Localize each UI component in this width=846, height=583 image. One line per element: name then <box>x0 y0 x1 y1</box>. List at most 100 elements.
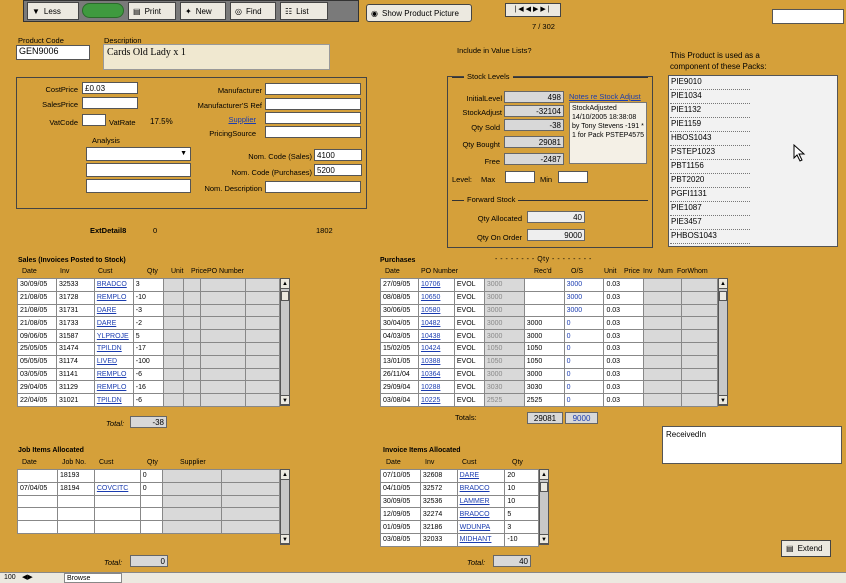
table-cell[interactable]: 04/03/05 <box>380 329 419 343</box>
table-cell[interactable]: 3000 <box>523 367 565 382</box>
table-row[interactable]: 03/08/05 32033 MIDHANT -10 <box>380 532 539 547</box>
table-row[interactable]: 25/05/05 31474 TPILDN -17 <box>17 341 280 356</box>
pack-item[interactable]: PIE1087 <box>670 203 750 216</box>
table-cell[interactable] <box>245 329 280 343</box>
table-cell[interactable] <box>200 303 247 318</box>
stock-adjust-notes[interactable]: StockAdjusted 14/10/2005 18:38:08 by Ton… <box>569 102 647 164</box>
table-cell[interactable]: 10706 <box>417 278 455 292</box>
notes-stock-adjust-link[interactable]: Notes re Stock Adjust <box>569 92 641 101</box>
table-cell[interactable]: 29/04/05 <box>17 380 57 395</box>
qty-on-order-field[interactable]: 9000 <box>527 229 585 241</box>
pack-item[interactable]: PIE1034 <box>670 91 750 104</box>
qty-allocated-field[interactable]: 40 <box>527 211 585 223</box>
table-cell[interactable]: 18194 <box>56 481 95 496</box>
table-cell[interactable] <box>139 507 163 522</box>
table-cell[interactable]: 30/04/05 <box>380 316 419 331</box>
table-cell[interactable]: 22/04/05 <box>17 393 57 407</box>
scroll-up-icon[interactable]: ▲ <box>719 279 727 289</box>
table-cell[interactable]: 30/06/05 <box>380 303 419 318</box>
table-cell[interactable] <box>681 329 718 343</box>
table-cell[interactable]: 31474 <box>55 341 95 356</box>
table-cell[interactable]: EVOL <box>453 341 485 356</box>
table-cell[interactable] <box>643 278 683 292</box>
table-cell[interactable]: DARE <box>93 303 134 318</box>
table-cell[interactable]: 09/06/05 <box>17 329 57 343</box>
table-cell[interactable]: EVOL <box>453 380 485 395</box>
table-cell[interactable]: 21/08/05 <box>17 290 57 305</box>
table-cell[interactable]: 3000 <box>523 329 565 343</box>
table-cell[interactable]: 10438 <box>417 329 455 343</box>
table-cell[interactable]: EVOL <box>453 393 485 407</box>
table-cell[interactable]: DARE <box>93 316 134 331</box>
nom-code-sales-field[interactable]: 4100 <box>314 149 362 161</box>
table-cell[interactable]: 3000 <box>483 316 525 331</box>
manufacturer-ref-field[interactable] <box>265 98 361 110</box>
pack-item[interactable]: PBT2020 <box>670 175 750 188</box>
table-cell[interactable]: LIVED <box>93 354 134 369</box>
scroll-up-icon[interactable]: ▲ <box>540 470 548 480</box>
table-cell[interactable]: EVOL <box>453 290 485 305</box>
min-level-field[interactable] <box>558 171 588 183</box>
table-cell[interactable] <box>17 469 58 483</box>
scroll-thumb[interactable] <box>540 482 548 492</box>
table-cell[interactable] <box>162 354 184 369</box>
invoice-items-scrollbar[interactable]: ▲ ▼ <box>539 469 549 545</box>
table-cell[interactable]: 0 <box>563 329 605 343</box>
table-cell[interactable]: 0 <box>563 341 605 356</box>
table-cell[interactable] <box>221 507 280 522</box>
table-cell[interactable]: 29/09/04 <box>380 380 419 395</box>
table-cell[interactable] <box>139 494 163 509</box>
table-cell[interactable] <box>182 367 202 382</box>
table-cell[interactable] <box>161 481 223 496</box>
table-cell[interactable]: BRADCO <box>456 507 506 522</box>
table-cell[interactable] <box>162 329 184 343</box>
table-cell[interactable]: 0 <box>563 380 605 395</box>
table-cell[interactable] <box>200 278 247 292</box>
table-cell[interactable]: EVOL <box>453 354 485 369</box>
table-cell[interactable]: 10580 <box>417 303 455 318</box>
table-cell[interactable] <box>681 290 718 305</box>
table-cell[interactable]: REMPLO <box>93 290 134 305</box>
find-button[interactable]: ◎ Find <box>230 2 276 20</box>
table-cell[interactable]: 31728 <box>55 290 95 305</box>
table-cell[interactable]: 32572 <box>419 481 458 496</box>
table-cell[interactable]: 03/05/05 <box>17 367 57 382</box>
scroll-down-icon[interactable]: ▼ <box>540 534 548 544</box>
print-button[interactable]: ▤ Print <box>128 2 176 20</box>
table-cell[interactable]: 2525 <box>483 393 525 407</box>
table-cell[interactable]: 1050 <box>483 354 525 369</box>
table-cell[interactable]: EVOL <box>453 367 485 382</box>
table-cell[interactable]: LAMMER <box>456 494 506 509</box>
table-cell[interactable] <box>182 303 202 318</box>
table-cell[interactable] <box>162 303 184 318</box>
table-cell[interactable]: YLPROJE <box>93 329 134 343</box>
table-cell[interactable]: 12/09/05 <box>380 507 421 522</box>
supplier-link[interactable]: Supplier <box>200 115 256 124</box>
table-cell[interactable]: 3030 <box>483 380 525 395</box>
table-cell[interactable]: 21/08/05 <box>17 303 57 318</box>
search-field[interactable] <box>772 9 844 24</box>
table-cell[interactable]: WDUNPA <box>456 520 506 534</box>
extend-button[interactable]: ▤ Extend <box>781 540 831 557</box>
table-row[interactable]: 26/11/04 10364 EVOL 3000 3000 0 0.03 <box>380 367 718 382</box>
table-cell[interactable]: 10388 <box>417 354 455 369</box>
table-cell[interactable]: 10650 <box>417 290 455 305</box>
table-cell[interactable]: 3000 <box>483 367 525 382</box>
table-row[interactable]: 04/03/05 10438 EVOL 3000 3000 0 0.03 <box>380 329 718 343</box>
table-cell[interactable] <box>523 290 565 305</box>
table-cell[interactable]: -10 <box>504 532 539 547</box>
table-cell[interactable]: REMPLO <box>93 380 134 395</box>
table-cell[interactable]: 10 <box>504 481 539 496</box>
table-cell[interactable]: 32608 <box>419 469 458 483</box>
table-cell[interactable]: REMPLO <box>93 367 134 382</box>
pack-item[interactable]: PIE3457 <box>670 217 750 230</box>
table-cell[interactable]: 0.03 <box>603 290 645 305</box>
scroll-down-icon[interactable]: ▼ <box>281 395 289 405</box>
table-row[interactable]: 30/09/05 32533 BRADCO 3 <box>17 278 280 292</box>
table-row[interactable]: 22/04/05 31021 TPILDN -6 <box>17 393 280 407</box>
table-cell[interactable]: 0.03 <box>603 303 645 318</box>
initial-level-field[interactable]: 498 <box>504 91 564 103</box>
table-cell[interactable]: COVCITC <box>93 481 141 496</box>
table-cell[interactable]: 3000 <box>563 303 605 318</box>
table-cell[interactable]: 0.03 <box>603 393 645 407</box>
